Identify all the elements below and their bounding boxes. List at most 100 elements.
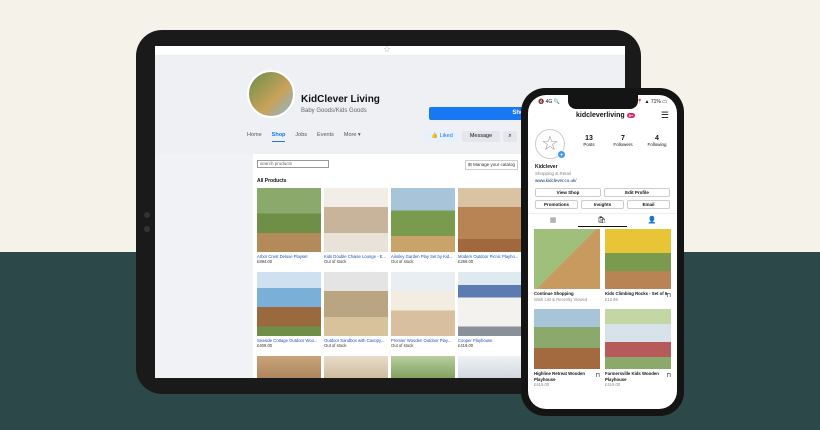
stat-label: Followers bbox=[613, 142, 633, 147]
phone-device: 🔇 4G 🔍 📍 ▲ 71% ▭ kidcleverliving 9+ ☰ ☆ +… bbox=[521, 88, 684, 416]
product-image bbox=[534, 229, 600, 289]
bookmark-icon[interactable]: ⊓ bbox=[666, 292, 671, 299]
product-card[interactable]: Modern Outdoor Picnic Playho... £269.00 bbox=[458, 188, 522, 269]
product-image bbox=[324, 188, 388, 252]
profile-tabs: ▦ 🛍 👤 bbox=[528, 213, 677, 227]
product-card[interactable]: Seaside Cottage Outdoor Woo... £409.00 bbox=[257, 272, 321, 353]
product-image bbox=[391, 356, 455, 378]
active-tab-indicator bbox=[578, 226, 627, 227]
status-bar-left: 🔇 4G 🔍 bbox=[538, 99, 560, 105]
view-shop-button[interactable]: View Shop bbox=[535, 188, 601, 197]
product-price: £269.00 bbox=[458, 259, 474, 264]
item-subtitle: Wish List & Recently Viewed bbox=[534, 296, 588, 302]
add-story-icon[interactable]: + bbox=[557, 150, 566, 159]
tab-home[interactable]: Home bbox=[247, 132, 262, 142]
page-avatar[interactable] bbox=[247, 70, 295, 118]
product-image bbox=[324, 356, 388, 378]
stat-value: 7 bbox=[621, 135, 625, 142]
product-card[interactable] bbox=[458, 356, 522, 378]
tab-shop[interactable]: Shop bbox=[271, 132, 286, 142]
username-text: kidcleverliving bbox=[576, 112, 625, 119]
product-image bbox=[324, 272, 388, 336]
item-price: £12.99 bbox=[605, 296, 618, 302]
product-price: Out of stock bbox=[391, 343, 414, 348]
product-card[interactable]: Kids Double Chaise Lounge - E... Out of s… bbox=[324, 188, 388, 269]
shop-item[interactable]: Highline Retreat Wooden Playhouse £419.00… bbox=[534, 309, 600, 387]
stat-label: Posts bbox=[583, 142, 595, 147]
tablet-sensor bbox=[144, 226, 150, 232]
item-title: Kids Climbing Rocks - Set of 6 bbox=[605, 291, 668, 296]
product-image bbox=[257, 188, 321, 252]
page-title: KidClever Living bbox=[301, 94, 380, 105]
product-card[interactable]: Cooper Playhouse £419.00 bbox=[458, 272, 522, 353]
instagram-profile-screen: 🔇 4G 🔍 📍 ▲ 71% ▭ kidcleverliving 9+ ☰ ☆ +… bbox=[528, 95, 677, 409]
product-price: Out of stock bbox=[324, 343, 347, 348]
item-title: Farmersville Kids Wooden Playhouse bbox=[605, 371, 659, 382]
tab-events[interactable]: Events bbox=[317, 132, 334, 142]
product-grid: Arbor Crest Deluxe Playset £894.00 Kids D… bbox=[257, 188, 522, 378]
product-image bbox=[391, 272, 455, 336]
star-icon[interactable]: ☆ bbox=[383, 46, 391, 55]
product-price: Out of stock bbox=[324, 259, 347, 264]
shop-item[interactable]: Kids Climbing Rocks - Set of 6 £12.99 ⊓ bbox=[605, 229, 671, 302]
message-button[interactable]: Message bbox=[462, 131, 500, 142]
bookmark-icon[interactable]: ⊓ bbox=[666, 372, 671, 379]
email-button[interactable]: Email bbox=[627, 200, 670, 209]
stat-posts[interactable]: 13 Posts bbox=[578, 135, 600, 147]
stat-label: Following bbox=[647, 142, 667, 147]
search-input[interactable]: search products bbox=[257, 160, 329, 168]
product-price: £419.00 bbox=[458, 343, 474, 348]
status-bar-right: 📍 ▲ 71% ▭ bbox=[636, 99, 667, 105]
product-card[interactable] bbox=[257, 356, 321, 378]
product-price: Out of stock bbox=[391, 259, 414, 264]
product-card[interactable] bbox=[324, 356, 388, 378]
page-nav: Home Shop Jobs Events More ▾ bbox=[247, 132, 361, 142]
item-title: Highline Retreat Wooden Playhouse bbox=[534, 371, 586, 382]
insights-button[interactable]: Insights bbox=[581, 200, 624, 209]
product-image bbox=[605, 229, 671, 289]
stat-followers[interactable]: 7 Followers bbox=[612, 135, 634, 147]
edit-profile-button[interactable]: Edit Profile bbox=[604, 188, 670, 197]
search-icon[interactable]: ⌕ bbox=[503, 131, 517, 142]
product-card[interactable]: Outdoor Sandbox with Canopy... Out of sto… bbox=[324, 272, 388, 353]
page-category: Baby Goods/Kids Goods bbox=[301, 108, 367, 114]
promotions-button[interactable]: Promotions bbox=[535, 200, 578, 209]
bio-category: Shopping & Retail bbox=[535, 171, 572, 176]
bio-name: Kidclever bbox=[535, 164, 558, 170]
product-card[interactable]: Arbor Crest Deluxe Playset £894.00 bbox=[257, 188, 321, 269]
tagged-icon[interactable]: 👤 bbox=[642, 216, 662, 224]
bookmark-icon[interactable]: ⊓ bbox=[595, 372, 600, 379]
stat-following[interactable]: 4 Following bbox=[646, 135, 668, 147]
notification-badge: 9+ bbox=[626, 112, 636, 118]
product-price: £894.00 bbox=[257, 259, 273, 264]
product-image bbox=[534, 309, 600, 369]
section-heading: All Products bbox=[257, 178, 287, 184]
tab-jobs[interactable]: Jobs bbox=[295, 132, 307, 142]
product-image bbox=[458, 188, 522, 252]
tab-more[interactable]: More ▾ bbox=[344, 132, 361, 142]
product-card[interactable] bbox=[391, 356, 455, 378]
shop-panel: search products ⊞ Manage your catalog Al… bbox=[253, 154, 525, 378]
product-image bbox=[605, 309, 671, 369]
liked-button[interactable]: 👍 Liked bbox=[425, 131, 459, 142]
shop-item[interactable]: Continue Shopping Wish List & Recently Vi… bbox=[534, 229, 600, 302]
phone-notch bbox=[568, 95, 638, 109]
product-image bbox=[257, 356, 321, 378]
item-price: £419.00 bbox=[605, 382, 621, 387]
profile-username[interactable]: kidcleverliving 9+ bbox=[576, 112, 636, 119]
menu-icon[interactable]: ☰ bbox=[661, 110, 669, 121]
tablet-camera bbox=[144, 212, 150, 218]
item-price: £419.00 bbox=[534, 382, 550, 387]
shop-bag-icon[interactable]: 🛍 bbox=[592, 216, 612, 224]
product-image bbox=[391, 188, 455, 252]
product-card[interactable]: Ainsley Garden Play Set by Kid... Out of … bbox=[391, 188, 455, 269]
bio-link[interactable]: www.kidclever.co.uk/ bbox=[535, 178, 577, 183]
shop-item[interactable]: Farmersville Kids Wooden Playhouse £419.0… bbox=[605, 309, 671, 387]
browser-top-bar: ☆ bbox=[155, 46, 625, 56]
profile-stats: 13 Posts 7 Followers 4 Following bbox=[578, 135, 668, 147]
stat-value: 4 bbox=[655, 135, 659, 142]
grid-icon[interactable]: ▦ bbox=[543, 216, 563, 224]
product-image bbox=[458, 272, 522, 336]
manage-catalog-button[interactable]: ⊞ Manage your catalog bbox=[465, 160, 519, 170]
product-card[interactable]: Premier Wooden Outdoor Play... Out of sto… bbox=[391, 272, 455, 353]
